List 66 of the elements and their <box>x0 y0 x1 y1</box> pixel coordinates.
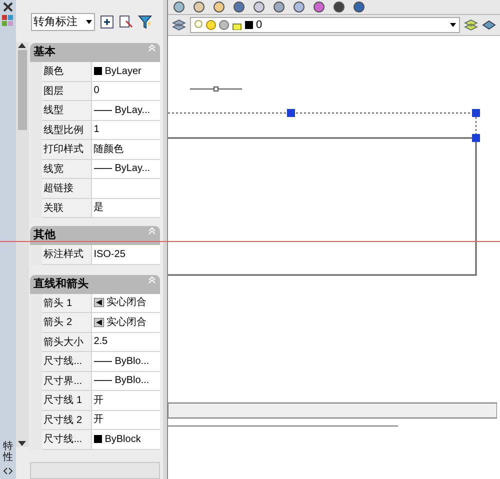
arrowhead-icon <box>94 298 104 308</box>
layer-state-icon[interactable] <box>464 18 478 32</box>
line-sample-icon <box>94 168 112 170</box>
layer-dropdown[interactable]: 0 <box>190 17 460 33</box>
palette-title: 特性 <box>2 441 13 463</box>
property-value[interactable]: 开 <box>92 410 160 429</box>
collapse-icon <box>148 276 156 284</box>
close-icon[interactable] <box>2 2 13 12</box>
line-sample-icon <box>94 380 112 382</box>
dropdown-arrow-icon <box>86 20 92 24</box>
property-label: 尺寸线 1 <box>42 391 92 410</box>
section-header[interactable]: 直线和箭头 <box>30 274 160 294</box>
property-label: 线型比例 <box>42 120 92 139</box>
line-sample-icon <box>94 110 112 111</box>
property-value[interactable]: 实心闭合 <box>92 313 160 332</box>
property-label: 箭头 1 <box>42 294 92 312</box>
expand-icon[interactable] <box>2 467 13 475</box>
scroll-bar[interactable] <box>16 42 29 447</box>
property-label: 标注样式 <box>42 245 92 264</box>
property-value[interactable]: ByBlock <box>92 430 160 448</box>
property-label: 线宽 <box>42 160 92 178</box>
property-label: 线型 <box>42 101 92 120</box>
property-value[interactable]: 是 <box>92 198 160 217</box>
property-label: 箭头 2 <box>42 313 92 332</box>
property-label: 图层 <box>42 82 92 100</box>
section-header[interactable]: 基本 <box>30 43 160 62</box>
property-label: 颜色 <box>42 62 92 80</box>
layer-previous-icon[interactable] <box>482 18 496 32</box>
property-value[interactable]: ISO-25 <box>92 245 160 264</box>
property-label: 关联 <box>42 198 92 217</box>
collapse-icon <box>148 227 156 235</box>
property-label: 尺寸线... <box>42 352 92 370</box>
property-label: 尺寸线... <box>42 430 92 448</box>
property-value[interactable]: ByBlo... <box>92 372 160 390</box>
color-swatch-icon <box>94 67 102 76</box>
select-objects-icon[interactable] <box>118 15 133 29</box>
property-value[interactable]: 2.5 <box>92 332 160 351</box>
filter-icon[interactable] <box>138 15 152 29</box>
color-swatch-icon <box>94 435 102 444</box>
scroll-up-icon[interactable] <box>18 42 26 48</box>
layer-color-icon <box>245 21 253 29</box>
property-value[interactable]: ByLay... <box>92 160 160 178</box>
property-value[interactable]: ByLay... <box>92 101 160 120</box>
property-value[interactable]: 0 <box>92 82 160 100</box>
toggle-pickadd-icon[interactable] <box>100 15 114 29</box>
collapse-icon <box>148 44 156 52</box>
property-value[interactable]: ByBlo... <box>92 352 160 370</box>
property-label: 尺寸界... <box>42 372 92 390</box>
property-value[interactable]: 开 <box>92 391 160 410</box>
scroll-thumb[interactable] <box>18 50 27 130</box>
section-header[interactable]: 其他 <box>30 226 160 245</box>
property-value[interactable]: 随颜色 <box>92 140 160 158</box>
layers-icon[interactable] <box>172 18 186 32</box>
property-value[interactable]: 1 <box>92 120 160 139</box>
property-label: 打印样式 <box>42 140 92 158</box>
property-label: 超链接 <box>42 179 92 198</box>
property-label: 尺寸线 2 <box>42 410 92 429</box>
arrowhead-icon <box>94 318 104 327</box>
property-value[interactable]: ByLayer <box>92 62 160 80</box>
object-type-dropdown[interactable]: 转角标注 <box>30 13 95 31</box>
property-label: 箭头大小 <box>42 332 92 351</box>
property-value[interactable]: 实心闭合 <box>92 294 160 312</box>
dropdown-arrow-icon <box>450 23 456 27</box>
line-sample-icon <box>94 360 112 362</box>
sun-icon <box>206 20 216 30</box>
scroll-down-icon[interactable] <box>18 441 26 447</box>
